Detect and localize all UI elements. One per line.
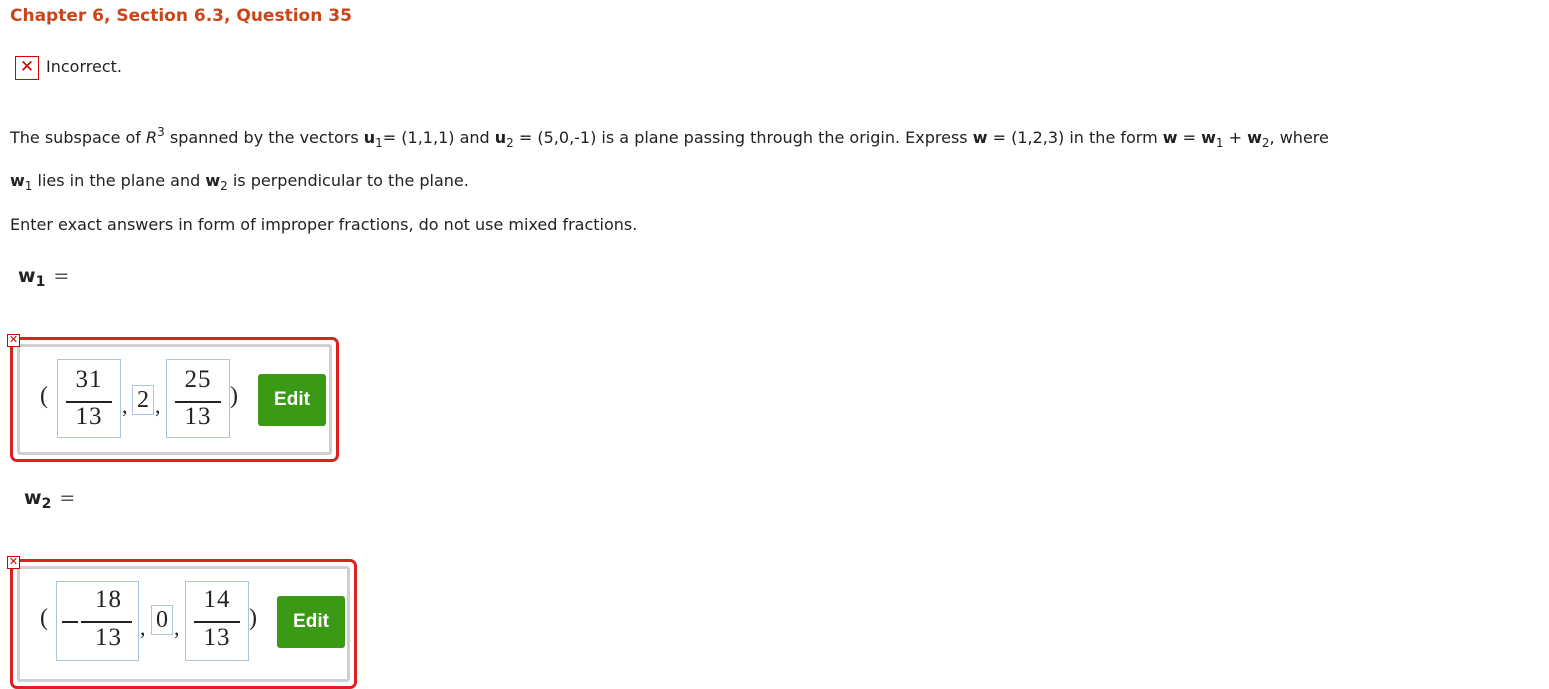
open-paren: (	[40, 383, 48, 409]
w2-c3-denominator: 13	[203, 624, 231, 651]
incorrect-icon: ✕	[15, 56, 39, 80]
incorrect-icon: ✕	[7, 333, 20, 347]
w1-label: w1 =	[18, 265, 70, 290]
minus-sign	[62, 621, 78, 623]
question-text-line2: w1 lies in the plane and w2 is perpendic…	[10, 171, 469, 193]
w1-edit-button[interactable]: Edit	[258, 374, 326, 426]
w2-c3-numerator: 14	[203, 586, 231, 613]
comma: ,	[174, 615, 180, 640]
w2-component-2-input[interactable]: 0	[151, 605, 173, 635]
w1-c3-denominator: 13	[184, 403, 212, 430]
comma: ,	[122, 393, 128, 418]
fraction-bar	[194, 621, 240, 623]
w2-answer-box: ( 18 13 , 0 , 14 13 ) Edit	[10, 559, 357, 689]
comma: ,	[155, 393, 161, 418]
w2-c1-denominator: 13	[95, 624, 122, 651]
w2-label: w2 =	[24, 487, 76, 512]
question-title: Chapter 6, Section 6.3, Question 35	[10, 6, 352, 26]
close-paren: )	[230, 383, 238, 409]
w1-c1-numerator: 31	[75, 366, 103, 393]
close-paren: )	[249, 605, 257, 631]
open-paren: (	[40, 605, 48, 631]
w1-component-3-input[interactable]: 25 13	[166, 359, 230, 438]
w1-c3-numerator: 25	[184, 366, 212, 393]
w2-c1-numerator: 18	[95, 586, 122, 613]
w2-component-3-input[interactable]: 14 13	[185, 581, 249, 661]
w1-answer-box: ( 31 13 , 2 , 25 13 ) Edit	[10, 337, 339, 462]
w1-c1-denominator: 13	[75, 403, 103, 430]
w1-component-1-input[interactable]: 31 13	[57, 359, 121, 438]
fraction-bar	[81, 621, 132, 623]
w1-component-2-input[interactable]: 2	[132, 385, 154, 415]
incorrect-icon: ✕	[7, 555, 20, 569]
comma: ,	[140, 615, 146, 640]
instructions-text: Enter exact answers in form of improper …	[10, 215, 638, 234]
w2-edit-button[interactable]: Edit	[277, 596, 345, 648]
status-text: Incorrect.	[46, 57, 122, 76]
question-text-line1: The subspace of R3 spanned by the vector…	[10, 125, 1329, 150]
w2-component-1-input[interactable]: 18 13	[56, 581, 139, 661]
